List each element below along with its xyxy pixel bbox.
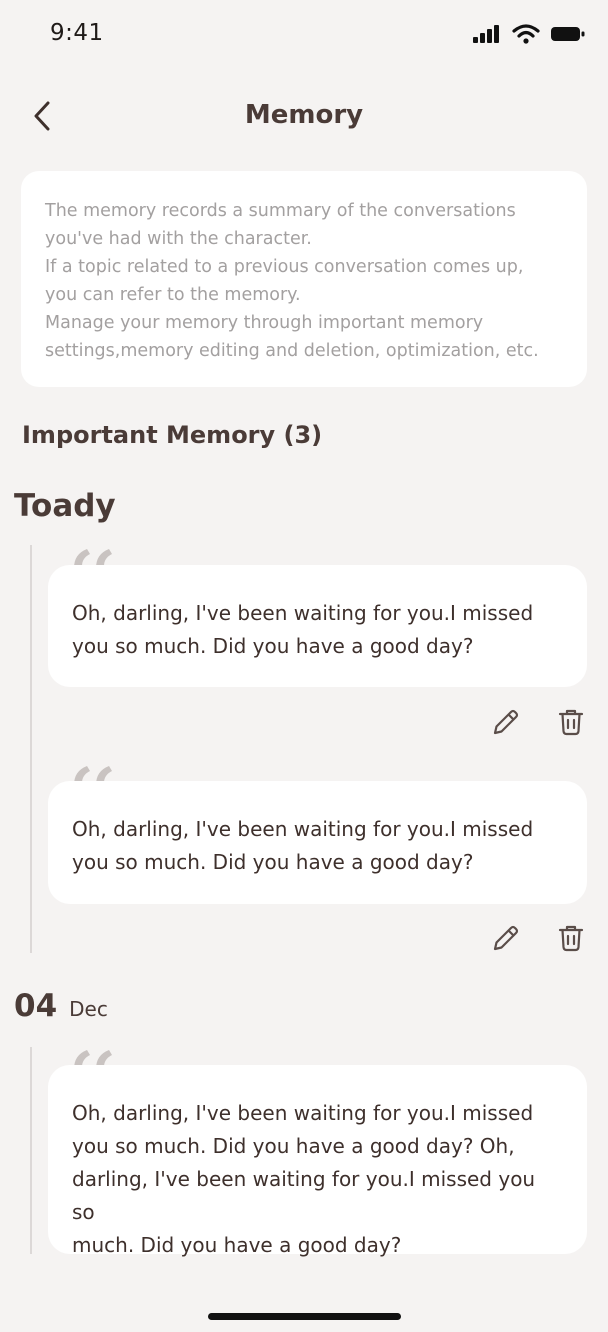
- memory-text-line: darling, I've been waiting for you.I mis…: [72, 1167, 536, 1224]
- edit-pencil-icon: [493, 709, 519, 735]
- edit-pencil-icon: [493, 925, 519, 951]
- memory-text-line: you so much. Did you have a good day?: [72, 850, 474, 874]
- status-time: 9:41: [50, 20, 104, 46]
- group-date-day: 04: [14, 988, 58, 1024]
- status-bar: 9:41: [0, 0, 608, 70]
- trash-icon: [558, 709, 584, 736]
- battery-icon: [551, 27, 585, 41]
- info-line: Manage your memory through important mem…: [45, 313, 484, 333]
- info-line: The memory records a summary of the conv…: [45, 201, 516, 221]
- info-line: settings,memory editing and deletion, op…: [45, 341, 539, 361]
- memory-text-line: Oh, darling, I've been waiting for you.I…: [72, 1101, 534, 1125]
- memory-text-line: Oh, darling, I've been waiting for you.I…: [72, 817, 534, 841]
- memory-text-line: much. Did you have a good day?: [72, 1233, 402, 1257]
- group-date-month: Dec: [69, 997, 108, 1021]
- timeline-line: [30, 1047, 32, 1254]
- status-icons: [472, 24, 586, 44]
- memory-info-card: The memory records a summary of the conv…: [21, 171, 587, 387]
- edit-button[interactable]: [488, 704, 524, 740]
- info-line: If a topic related to a previous convers…: [45, 257, 524, 277]
- edit-button[interactable]: [488, 920, 524, 956]
- page-title: Memory: [244, 100, 364, 130]
- signal-icon: [473, 25, 499, 43]
- memory-card[interactable]: Oh, darling, I've been waiting for you.I…: [48, 565, 587, 687]
- important-memory-title: Important Memory (3): [22, 421, 323, 449]
- group-date-label: 04 Dec: [14, 988, 108, 1024]
- memory-text-line: you so much. Did you have a good day? Oh…: [72, 1134, 515, 1158]
- home-indicator: [208, 1313, 401, 1320]
- trash-icon: [558, 925, 584, 952]
- group-date-label: Toady: [14, 488, 116, 524]
- memory-card[interactable]: Oh, darling, I've been waiting for you.I…: [48, 781, 587, 904]
- wifi-icon: [512, 24, 540, 44]
- memory-text-line: you so much. Did you have a good day?: [72, 634, 474, 658]
- memory-text-line: Oh, darling, I've been waiting for you.I…: [72, 601, 534, 625]
- delete-button[interactable]: [553, 920, 589, 956]
- nav-bar: Memory: [0, 86, 608, 146]
- memory-card[interactable]: Oh, darling, I've been waiting for you.I…: [48, 1065, 587, 1257]
- info-line: you can refer to the memory.: [45, 285, 301, 305]
- timeline-line: [30, 545, 32, 953]
- delete-button[interactable]: [553, 704, 589, 740]
- info-line: you've had with the character.: [45, 229, 312, 249]
